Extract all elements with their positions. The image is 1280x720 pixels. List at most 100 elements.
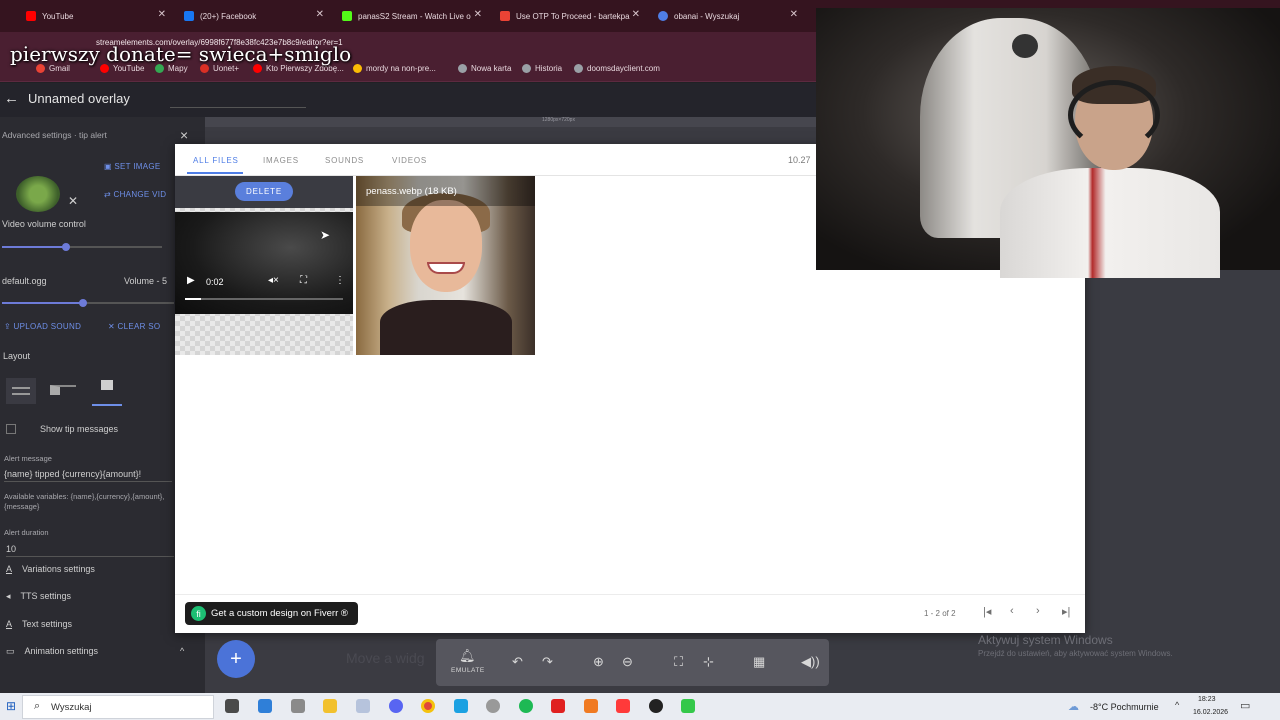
sound-volume-fill bbox=[2, 302, 83, 304]
more-options-icon[interactable]: ⋮ bbox=[335, 275, 345, 286]
layout-option-side[interactable] bbox=[48, 378, 78, 404]
outlook-icon[interactable] bbox=[258, 699, 272, 713]
next-page-icon[interactable]: › bbox=[1036, 605, 1040, 617]
spotify-icon[interactable] bbox=[519, 699, 533, 713]
task-view-icon[interactable] bbox=[225, 699, 239, 713]
clock-date[interactable]: 16.02.2026 bbox=[1193, 709, 1228, 716]
discord-icon[interactable] bbox=[389, 699, 403, 713]
volume-icon[interactable]: ◀)) bbox=[801, 654, 820, 670]
fullscreen-icon[interactable]: ⛶ bbox=[674, 654, 683, 670]
globe-icon bbox=[574, 64, 583, 73]
tab-videos[interactable]: VIDEOS bbox=[392, 156, 427, 165]
set-image-button[interactable]: ▣ SET IMAGE bbox=[104, 162, 161, 171]
vscode-icon[interactable] bbox=[454, 699, 468, 713]
github-icon[interactable] bbox=[649, 699, 663, 713]
add-widget-button[interactable]: + bbox=[217, 640, 255, 678]
obs-icon[interactable] bbox=[486, 699, 500, 713]
clear-sound-button[interactable]: ✕ CLEAR SO bbox=[108, 322, 160, 331]
back-arrow-icon[interactable]: ← bbox=[4, 90, 19, 107]
tab-kick-stream[interactable]: panasS2 Stream - Watch Live o ✕ bbox=[336, 4, 488, 28]
bookmark-history[interactable]: Historia bbox=[522, 64, 562, 73]
mouse-cursor-icon: ➤ bbox=[320, 228, 331, 242]
layout-option-image-top[interactable] bbox=[92, 376, 122, 406]
set-image-label: SET IMAGE bbox=[114, 162, 161, 171]
tab-images[interactable]: IMAGES bbox=[263, 156, 299, 165]
remove-image-icon[interactable]: ✕ bbox=[68, 194, 78, 208]
first-page-icon[interactable]: |◂ bbox=[983, 605, 991, 618]
chrome-icon[interactable] bbox=[421, 699, 435, 713]
overlay-title[interactable]: Unnamed overlay bbox=[28, 91, 130, 106]
app-icon[interactable] bbox=[356, 699, 370, 713]
tts-settings[interactable]: ◂ TTS settings bbox=[6, 591, 71, 602]
bookmark-new-tab[interactable]: Nowa karta bbox=[458, 64, 511, 73]
fullscreen-icon[interactable]: ⛶ bbox=[300, 275, 307, 286]
sound-volume-slider[interactable] bbox=[79, 299, 87, 307]
skull-logo-icon bbox=[1012, 34, 1038, 58]
pagination-label: 1 - 2 of 2 bbox=[924, 609, 956, 618]
video-volume-label: Video volume control bbox=[2, 219, 86, 229]
chevron-up-icon[interactable]: ^ bbox=[180, 646, 184, 656]
redo-icon[interactable]: ↷ bbox=[542, 654, 553, 670]
bell-icon[interactable]: 🔔︎ bbox=[459, 648, 476, 664]
tray-chevron-icon[interactable]: ^ bbox=[1175, 700, 1179, 710]
google-icon bbox=[353, 64, 362, 73]
tab-facebook[interactable]: (20+) Facebook ✕ bbox=[178, 4, 330, 28]
show-tip-checkbox[interactable] bbox=[6, 424, 16, 434]
zoom-in-icon[interactable]: ⊕ bbox=[593, 654, 604, 670]
windows-start-icon[interactable]: ⊞ bbox=[6, 699, 16, 713]
page-icon bbox=[522, 64, 531, 73]
gmail-icon bbox=[500, 11, 510, 21]
grid-icon[interactable]: ▦ bbox=[753, 654, 765, 670]
tab-search[interactable]: obanai - Wyszukaj ✕ bbox=[652, 4, 804, 28]
video-progress-track[interactable] bbox=[185, 298, 343, 300]
tab-title: Use OTP To Proceed - bartekpa bbox=[516, 11, 630, 21]
close-tab-icon[interactable]: ✕ bbox=[474, 9, 482, 20]
play-icon[interactable]: ▶ bbox=[187, 275, 195, 286]
notification-icon[interactable]: ▭ bbox=[1240, 699, 1250, 712]
emulate-label[interactable]: EMULATE bbox=[451, 667, 485, 674]
file-name: penass.webp (18 KB) bbox=[366, 186, 457, 197]
close-tab-icon[interactable]: ✕ bbox=[158, 9, 166, 20]
tab-sounds[interactable]: SOUNDS bbox=[325, 156, 364, 165]
zoom-out-icon[interactable]: ⊖ bbox=[622, 654, 633, 670]
weather-text[interactable]: -8°C Pochmurnie bbox=[1090, 702, 1159, 712]
alert-message-input[interactable]: {name} tipped {currency}{amount}! bbox=[4, 469, 172, 482]
undo-icon[interactable]: ↶ bbox=[512, 654, 523, 670]
bookmark-doomsday[interactable]: doomsdayclient.com bbox=[574, 64, 660, 73]
page-icon bbox=[458, 64, 467, 73]
alert-duration-input[interactable]: 10 bbox=[6, 544, 174, 557]
lightning-app-icon[interactable] bbox=[616, 699, 630, 713]
tab-youtube[interactable]: YouTube ✕ bbox=[20, 4, 172, 28]
video-app-icon[interactable] bbox=[551, 699, 565, 713]
tab-gmail[interactable]: Use OTP To Proceed - bartekpa ✕ bbox=[494, 4, 646, 28]
text-a-icon: A bbox=[6, 619, 13, 629]
last-page-icon[interactable]: ▸| bbox=[1062, 605, 1070, 618]
variations-settings[interactable]: A Variations settings bbox=[6, 564, 95, 574]
file-explorer-icon[interactable] bbox=[323, 699, 337, 713]
alert-image-thumbnail bbox=[16, 176, 60, 212]
green-app-icon[interactable] bbox=[681, 699, 695, 713]
collapse-icon[interactable]: ⊹ bbox=[703, 654, 714, 670]
animation-settings[interactable]: ▭ Animation settings bbox=[6, 646, 98, 657]
change-video-button[interactable]: ⇄ CHANGE VID bbox=[104, 190, 166, 199]
delete-button[interactable]: DELETE bbox=[235, 182, 293, 201]
bookmark-mordy[interactable]: mordy na non-pre... bbox=[353, 64, 436, 73]
tab-title: (20+) Facebook bbox=[200, 11, 257, 21]
text-settings[interactable]: A Text settings bbox=[6, 619, 72, 629]
video-volume-slider[interactable] bbox=[62, 243, 70, 251]
prev-page-icon[interactable]: ‹ bbox=[1010, 605, 1014, 617]
tab-all-files[interactable]: ALL FILES bbox=[193, 156, 239, 165]
change-video-label: CHANGE VID bbox=[113, 190, 167, 199]
layout-option-image-above[interactable] bbox=[6, 378, 36, 404]
image-subject-shirt bbox=[380, 300, 512, 355]
close-tab-icon[interactable]: ✕ bbox=[790, 9, 798, 20]
mute-icon[interactable]: ◂× bbox=[268, 275, 279, 286]
pen-icon[interactable] bbox=[291, 699, 305, 713]
upload-sound-button[interactable]: ⇪ UPLOAD SOUND bbox=[4, 322, 81, 331]
close-tab-icon[interactable]: ✕ bbox=[632, 9, 640, 20]
close-icon[interactable]: × bbox=[180, 127, 188, 143]
clock-time[interactable]: 18:23 bbox=[1198, 696, 1216, 703]
game-launcher-icon[interactable] bbox=[584, 699, 598, 713]
fiverr-promo-button[interactable]: Get a custom design on Fiverr ® bbox=[185, 602, 358, 625]
close-tab-icon[interactable]: ✕ bbox=[316, 9, 324, 20]
